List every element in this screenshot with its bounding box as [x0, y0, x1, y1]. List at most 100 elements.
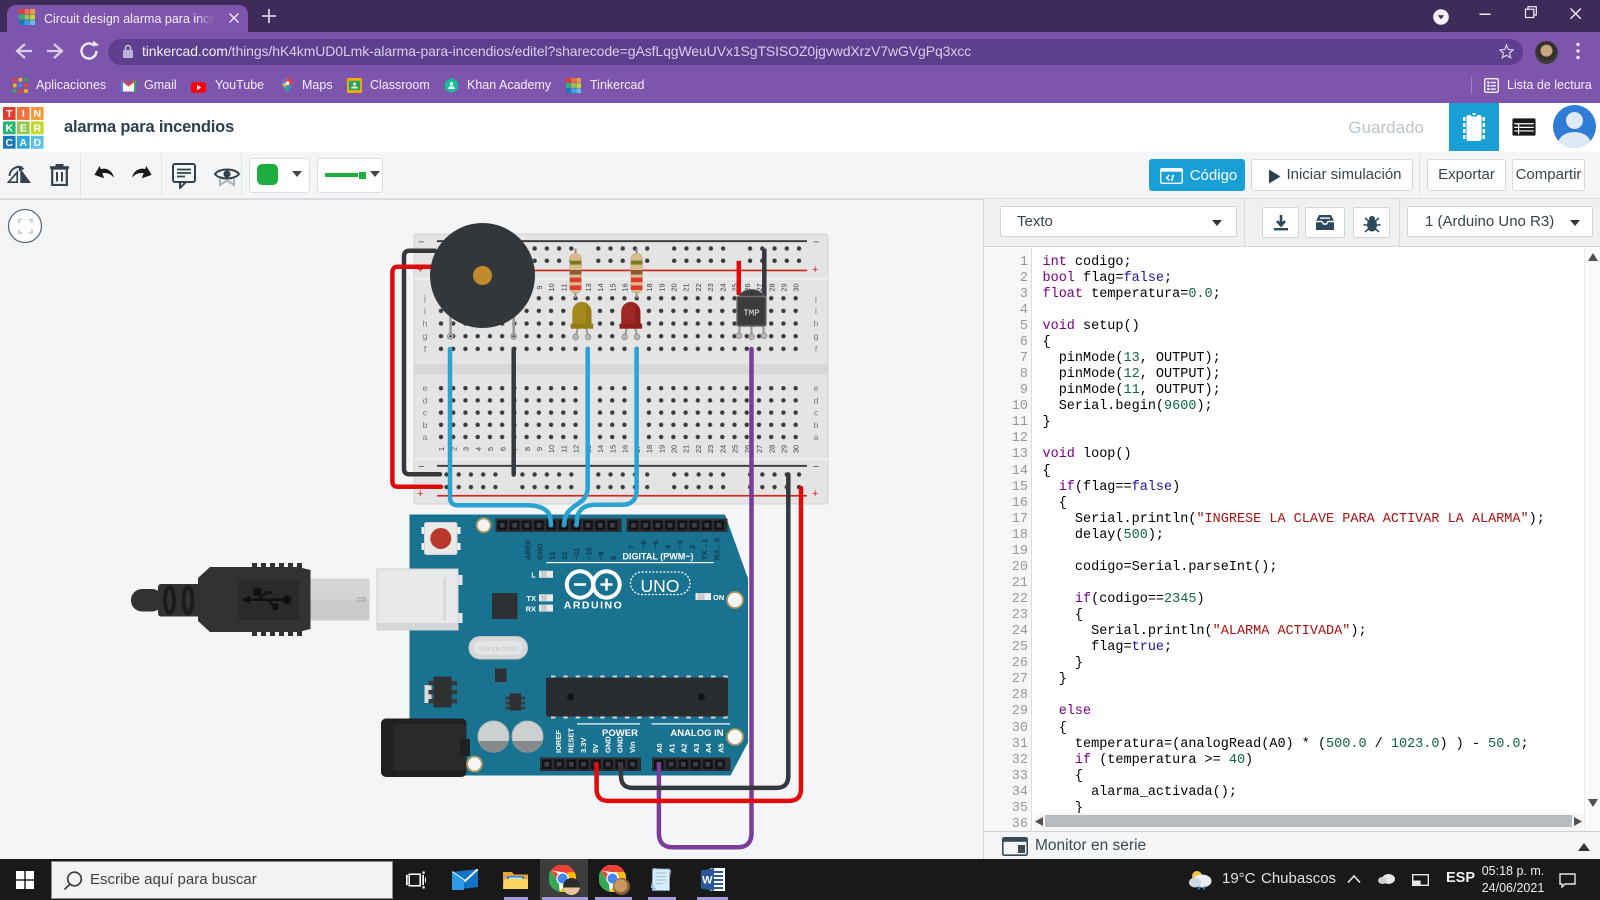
svg-text:~11: ~11 [572, 548, 581, 560]
svg-text:8: 8 [523, 447, 532, 451]
svg-text:W: W [702, 875, 713, 887]
svg-text:~6: ~6 [639, 540, 648, 549]
svg-text:a: a [423, 432, 428, 442]
svg-text:A4: A4 [704, 743, 713, 753]
svg-text:2: 2 [688, 545, 697, 549]
svg-text:30: 30 [792, 445, 801, 453]
svg-text:~5: ~5 [651, 540, 660, 549]
svg-text:+: + [812, 488, 818, 500]
svg-text:20: 20 [670, 283, 679, 291]
svg-text:10: 10 [547, 283, 556, 291]
svg-text:D: D [34, 137, 42, 149]
svg-text:g: g [423, 331, 428, 341]
svg-text:28: 28 [767, 283, 776, 291]
svg-text:18: 18 [645, 283, 654, 291]
svg-text:25: 25 [731, 445, 740, 453]
svg-text:22: 22 [694, 283, 703, 291]
svg-text:21: 21 [682, 445, 691, 453]
svg-text:ON: ON [713, 593, 724, 602]
svg-text:ARDUINO: ARDUINO [564, 600, 624, 612]
svg-text:15: 15 [608, 445, 617, 453]
svg-text:RX: RX [526, 604, 536, 613]
svg-text:8: 8 [609, 556, 618, 560]
svg-text:SPK16.000G: SPK16.000G [478, 646, 518, 653]
svg-text:I: I [22, 108, 25, 120]
svg-text:10: 10 [547, 445, 556, 453]
svg-text:K: K [6, 122, 14, 134]
svg-text:13: 13 [584, 283, 593, 291]
svg-text:−: − [813, 461, 819, 473]
svg-text:22: 22 [694, 445, 703, 453]
svg-text:GND: GND [536, 543, 545, 560]
svg-text:27: 27 [755, 445, 764, 453]
svg-text:16: 16 [621, 283, 630, 291]
svg-text:A: A [20, 137, 28, 149]
svg-text:j: j [814, 293, 817, 303]
svg-text:T: T [6, 108, 13, 120]
svg-text:RX←0: RX←0 [712, 538, 721, 560]
svg-text:5: 5 [486, 447, 495, 451]
svg-text:21: 21 [682, 283, 691, 291]
svg-text:AREF: AREF [524, 539, 533, 560]
svg-text:20: 20 [670, 445, 679, 453]
svg-text:i: i [424, 306, 426, 316]
svg-text:24: 24 [718, 445, 727, 453]
svg-text:d: d [423, 395, 428, 405]
svg-text:18: 18 [645, 445, 654, 453]
svg-text:TX→1: TX→1 [700, 539, 709, 560]
svg-text:11: 11 [560, 284, 569, 292]
svg-text:e: e [423, 383, 428, 393]
svg-text:R: R [34, 122, 42, 134]
svg-text:b: b [814, 420, 819, 430]
svg-text:A3: A3 [692, 743, 701, 753]
svg-text:L: L [531, 571, 536, 580]
svg-text:E: E [20, 122, 27, 134]
svg-text:TMP: TMP [743, 309, 759, 319]
svg-text:j: j [423, 293, 426, 303]
svg-text:A2: A2 [680, 743, 689, 753]
svg-text:13: 13 [548, 552, 557, 560]
svg-text:h: h [814, 319, 819, 329]
svg-text:~9: ~9 [597, 551, 606, 560]
svg-text:Vin: Vin [628, 741, 637, 753]
svg-text:C: C [6, 137, 14, 149]
svg-text:a: a [814, 432, 819, 442]
svg-text:e: e [814, 383, 819, 393]
svg-text:14: 14 [596, 283, 605, 291]
svg-text:5V: 5V [591, 744, 600, 753]
svg-text:i: i [815, 306, 817, 316]
svg-text:DIGITAL (PWM~): DIGITAL (PWM~) [623, 552, 694, 562]
svg-text:g: g [814, 331, 819, 341]
svg-text:19: 19 [657, 445, 666, 453]
svg-text:3.3V: 3.3V [579, 738, 588, 753]
svg-text:23: 23 [706, 283, 715, 291]
svg-text:23: 23 [706, 445, 715, 453]
svg-text:−: − [813, 236, 819, 248]
svg-text:6: 6 [498, 447, 507, 451]
svg-text:+: + [812, 264, 818, 276]
svg-text:15: 15 [608, 283, 617, 291]
svg-text:−: − [418, 461, 424, 473]
svg-text:9: 9 [535, 447, 544, 451]
svg-text:16: 16 [621, 445, 630, 453]
svg-text:IOREF: IOREF [554, 730, 563, 753]
svg-text:12: 12 [560, 552, 569, 560]
svg-text:1: 1 [437, 447, 446, 451]
svg-text:UNO: UNO [641, 576, 680, 596]
svg-text:~10: ~10 [585, 547, 594, 560]
svg-text:GND: GND [603, 736, 612, 753]
svg-text:29: 29 [780, 283, 789, 291]
svg-text:h: h [423, 319, 428, 329]
svg-text:~3: ~3 [676, 540, 685, 549]
svg-text:9: 9 [535, 285, 544, 289]
svg-text:N: N [34, 108, 42, 120]
svg-text:RESET: RESET [567, 728, 576, 753]
svg-text:−: − [418, 236, 424, 248]
svg-text:11: 11 [560, 445, 569, 453]
svg-text:TX: TX [526, 594, 536, 603]
svg-text:24: 24 [718, 283, 727, 291]
svg-text:4: 4 [474, 447, 483, 451]
svg-text:28: 28 [767, 445, 776, 453]
svg-text:GND: GND [616, 736, 625, 753]
svg-text:+: + [417, 488, 423, 500]
